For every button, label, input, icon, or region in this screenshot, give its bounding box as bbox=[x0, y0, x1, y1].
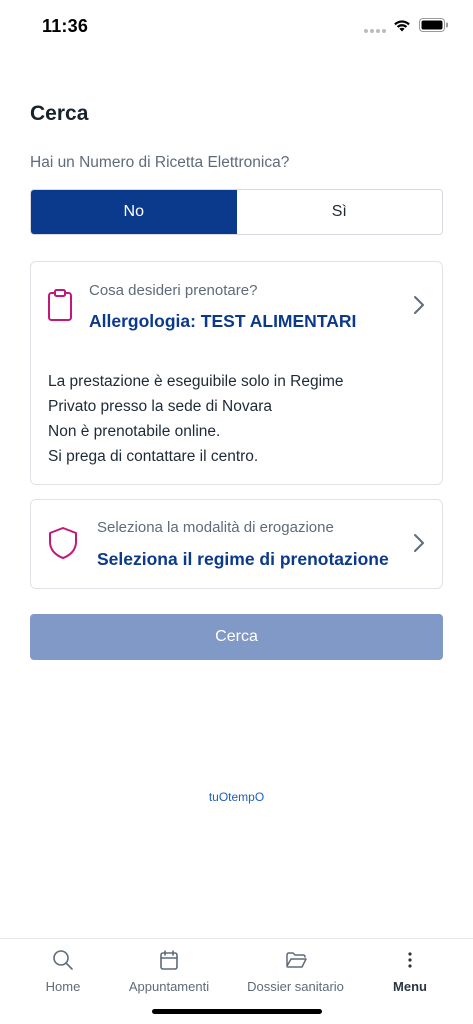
prescription-toggle: No Sì bbox=[30, 189, 443, 235]
service-value: Allergologia: TEST ALIMENTARI bbox=[89, 311, 357, 331]
clipboard-icon bbox=[48, 289, 72, 321]
option-no-button[interactable]: No bbox=[31, 190, 237, 234]
tab-dossier[interactable]: Dossier sanitario bbox=[238, 939, 353, 1009]
tab-label: Menu bbox=[393, 979, 427, 994]
chevron-right-icon bbox=[414, 296, 424, 314]
status-time: 11:36 bbox=[42, 16, 89, 36]
cellular-signal-icon bbox=[364, 29, 386, 33]
home-indicator[interactable] bbox=[152, 1009, 322, 1014]
page-title: Cerca bbox=[30, 102, 89, 125]
tab-menu[interactable]: Menu bbox=[374, 939, 446, 1009]
calendar-icon bbox=[160, 950, 178, 970]
note-line: La prestazione è eseguibile solo in Regi… bbox=[48, 373, 344, 390]
folder-icon bbox=[285, 952, 307, 968]
brand-logo-text: tuOtempO bbox=[208, 790, 265, 804]
tab-appointments[interactable]: Appuntamenti bbox=[120, 939, 218, 1009]
prescription-question: Hai un Numero di Ricetta Elettronica? bbox=[30, 154, 290, 171]
tab-label: Home bbox=[45, 979, 81, 994]
search-icon bbox=[53, 950, 73, 970]
regime-selector-card[interactable]: Seleziona la modalità di erogazione Sele… bbox=[30, 499, 443, 589]
more-vertical-icon bbox=[408, 952, 412, 968]
battery-icon bbox=[419, 18, 448, 32]
search-button[interactable]: Cerca bbox=[30, 614, 443, 660]
chevron-right-icon bbox=[414, 534, 424, 552]
note-line: Non è prenotabile online. bbox=[48, 423, 221, 440]
regime-label: Seleziona la modalità di erogazione bbox=[97, 519, 334, 536]
service-label: Cosa desideri prenotare? bbox=[89, 282, 258, 299]
status-bar: 11:36 bbox=[0, 0, 473, 54]
note-line: Privato presso la sede di Novara bbox=[48, 398, 273, 415]
tab-home[interactable]: Home bbox=[22, 939, 104, 1009]
note-line: Si prega di contattare il centro. bbox=[48, 448, 259, 465]
wifi-icon bbox=[394, 20, 410, 32]
shield-icon bbox=[49, 527, 77, 559]
tab-label: Appuntamenti bbox=[128, 979, 210, 994]
regime-value: Seleziona il regime di prenotazione bbox=[97, 549, 389, 569]
service-availability-note: La prestazione è eseguibile solo in Regi… bbox=[48, 369, 428, 469]
option-yes-button[interactable]: Sì bbox=[237, 190, 443, 234]
tab-label: Dossier sanitario bbox=[247, 979, 344, 994]
cerca-screen: 11:36 Cerca Hai un Numero di Ricetta Ele… bbox=[0, 0, 473, 1024]
service-selector-card[interactable]: Cosa desideri prenotare? Allergologia: T… bbox=[30, 261, 443, 485]
